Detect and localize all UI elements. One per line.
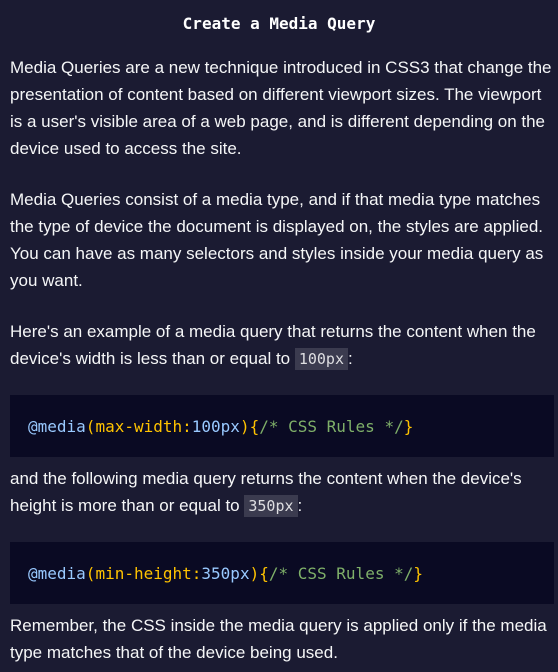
code-keyword: @media [28,416,86,436]
code-value: 100px [191,416,240,436]
code-comment: /* CSS Rules */ [268,563,414,583]
code-punctuation: ) [249,563,260,583]
inline-code: 350px [244,495,298,517]
code-property: max-width: [95,416,192,436]
code-property: min-height: [95,563,202,583]
paragraph-remember: Remember, the CSS inside the media query… [10,616,547,662]
paragraph-width-example: Here's an example of a media query that … [10,318,554,373]
paragraph-media-types: Media Queries consist of a media type, a… [10,190,544,290]
code-punctuation: { [249,416,260,436]
code-punctuation: } [413,563,423,583]
code-keyword: @media [28,563,86,583]
page-title: Create a Media Query [182,14,376,33]
challenge-description: Create a Media Query Media Queries are a… [0,0,558,672]
code-comment: /* CSS Rules */ [259,416,404,436]
paragraph-intro: Media Queries are a new technique introd… [10,58,552,158]
paragraph-text: Here's an example of a media query that … [10,322,536,368]
paragraph-text: : [348,349,353,368]
paragraph-height-example: and the following media query returns th… [10,465,554,520]
code-punctuation: { [259,563,269,583]
code-block-max-width: @media (max-width: 100px) { /* CSS Rules… [10,395,554,457]
code-value: 350px [201,563,250,583]
code-punctuation: ( [85,563,96,583]
code-block-min-height: @media (min-height: 350px) { /* CSS Rule… [10,542,554,604]
code-punctuation: ( [85,416,96,436]
inline-code: 100px [294,348,348,370]
code-punctuation: ) [239,416,250,436]
code-punctuation: } [403,416,414,436]
paragraph-text: : [297,496,303,515]
